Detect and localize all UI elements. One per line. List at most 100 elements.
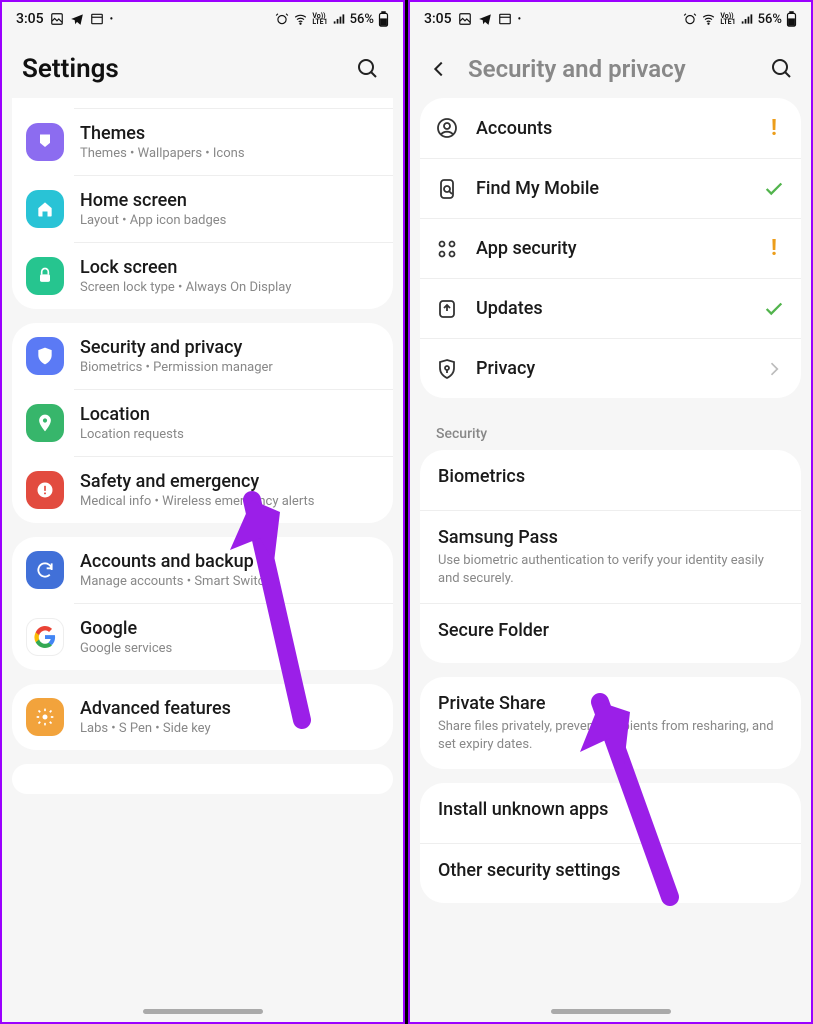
row-title: Accounts: [476, 118, 745, 139]
row-sub: Location requests: [80, 427, 379, 442]
settings-row-security-privacy[interactable]: Security and privacy Biometrics • Permiss…: [12, 323, 393, 389]
settings-row-wallpaper[interactable]: Wallpapers • Colour palette: [12, 98, 393, 108]
nav-pill[interactable]: [143, 1009, 263, 1014]
lock-icon: [26, 257, 64, 295]
row-desc: Use biometric authentication to verify y…: [438, 552, 783, 587]
location-icon: [26, 404, 64, 442]
status-bar: 3:05 • Vo)) LTE1 56%: [2, 2, 403, 36]
settings-card-accounts: Accounts and backup Manage accounts • Sma…: [12, 537, 393, 670]
settings-row-location[interactable]: Location Location requests: [12, 390, 393, 456]
status-time: 3:05: [16, 11, 44, 27]
row-title: Secure Folder: [438, 620, 549, 641]
battery-icon: [378, 11, 389, 27]
signal-icon: [332, 12, 346, 26]
apps-icon: [434, 236, 460, 262]
phone-frame-left: 3:05 • Vo)) LTE1 56% Settings Wallpapers…: [0, 0, 405, 1024]
page-title: Settings: [22, 54, 339, 84]
status-warn-icon: !: [761, 236, 787, 261]
advanced-icon: [26, 698, 64, 736]
status-dot: •: [518, 14, 522, 25]
other-security-card: Install unknown apps Other security sett…: [420, 783, 801, 903]
battery-pct: 56%: [350, 12, 374, 27]
row-title: Location: [80, 404, 379, 425]
settings-card-display: Wallpapers • Colour palette ThemesThemes…: [12, 98, 393, 309]
row-title: Themes: [80, 123, 379, 144]
settings-row-advanced-features[interactable]: Advanced features Labs • S Pen • Side key: [12, 684, 393, 750]
row-sub: Themes • Wallpapers • Icons: [80, 146, 379, 161]
google-icon: [26, 618, 64, 656]
row-sub: Labs • S Pen • Side key: [80, 721, 379, 736]
security-row-accounts[interactable]: Accounts !: [420, 98, 801, 158]
security-row-biometrics[interactable]: Biometrics: [420, 450, 801, 510]
settings-row-accounts-backup[interactable]: Accounts and backup Manage accounts • Sma…: [12, 537, 393, 603]
security-row-samsung-pass[interactable]: Samsung Pass Use biometric authenticatio…: [420, 510, 801, 603]
wifi-icon: [701, 12, 716, 26]
updates-icon: [434, 296, 460, 322]
security-row-private-share[interactable]: Private Share Share files privately, pre…: [420, 677, 801, 769]
row-title: Advanced features: [80, 698, 379, 719]
security-row-find-mobile[interactable]: Find My Mobile: [420, 158, 801, 218]
row-sub: Medical info • Wireless emergency alerts: [80, 494, 379, 509]
security-row-install-unknown[interactable]: Install unknown apps: [420, 783, 801, 843]
settings-row-google[interactable]: GoogleGoogle services: [12, 604, 393, 670]
settings-row-lock-screen[interactable]: Lock screen Screen lock type • Always On …: [12, 243, 393, 309]
settings-card-privacy: Security and privacy Biometrics • Permiss…: [12, 323, 393, 523]
security-row-other-settings[interactable]: Other security settings: [420, 843, 801, 903]
telegram-icon: [478, 12, 492, 26]
news-icon: [498, 12, 512, 26]
frame-divider: [405, 0, 408, 1024]
row-title: Google: [80, 618, 379, 639]
settings-card-extra: [12, 764, 393, 794]
settings-row-themes[interactable]: Themes Themes • Wallpapers • Icons: [12, 109, 393, 175]
row-title: App security: [476, 238, 745, 259]
shield-icon: [26, 337, 64, 375]
signal-icon: [740, 12, 754, 26]
sync-icon: [26, 551, 64, 589]
settings-row-home-screen[interactable]: Home screen Layout • App icon badges: [12, 176, 393, 242]
row-sub: Layout • App icon badges: [80, 213, 379, 228]
status-time: 3:05: [424, 11, 452, 27]
row-desc: Share files privately, prevent recipient…: [438, 718, 783, 753]
row-title: Safety and emergency: [80, 471, 379, 492]
alarm-icon: [275, 12, 289, 26]
lte-icon: Vo)) LTE1: [720, 13, 735, 26]
section-label-security: Security: [410, 412, 811, 450]
page-title: Security and privacy: [468, 55, 753, 83]
row-sub: Biometrics • Permission manager: [80, 360, 379, 375]
themes-icon: [26, 123, 64, 161]
security-row-secure-folder[interactable]: Secure Folder: [420, 603, 801, 663]
wifi-icon: [293, 12, 308, 26]
back-button[interactable]: [424, 54, 454, 84]
security-row-privacy[interactable]: Privacy: [420, 338, 801, 398]
status-warn-icon: !: [761, 116, 787, 141]
status-dot: •: [110, 14, 114, 25]
row-sub: Screen lock type • Always On Display: [80, 280, 379, 295]
security-row-app-security[interactable]: App security !: [420, 218, 801, 278]
search-button[interactable]: [767, 54, 797, 84]
security-options-card: Biometrics Samsung Pass Use biometric au…: [420, 450, 801, 663]
image-icon: [458, 12, 472, 26]
account-circle-icon: [434, 115, 460, 141]
nav-pill[interactable]: [551, 1009, 671, 1014]
row-title: Security and privacy: [80, 337, 379, 358]
row-title: Home screen: [80, 190, 379, 211]
row-title: Install unknown apps: [438, 799, 608, 820]
row-title: Accounts and backup: [80, 551, 379, 572]
search-button[interactable]: [353, 54, 383, 84]
phone-frame-right: 3:05 • Vo)) LTE1 56% Security and privac…: [408, 0, 813, 1024]
row-sub: Manage accounts • Smart Switch: [80, 574, 379, 589]
settings-row-safety-emergency[interactable]: Safety and emergency Medical info • Wirel…: [12, 457, 393, 523]
alarm-icon: [683, 12, 697, 26]
status-ok-icon: [761, 178, 787, 200]
telegram-icon: [70, 12, 84, 26]
security-header: Security and privacy: [410, 36, 811, 98]
find-icon: [434, 176, 460, 202]
row-title: Lock screen: [80, 257, 379, 278]
status-bar: 3:05 • Vo)) LTE1 56%: [410, 2, 811, 36]
news-icon: [90, 12, 104, 26]
row-title: Private Share: [438, 693, 546, 714]
row-title: Updates: [476, 298, 745, 319]
lte-icon: Vo)) LTE1: [312, 13, 327, 26]
security-row-updates[interactable]: Updates: [420, 278, 801, 338]
row-title: Privacy: [476, 358, 745, 379]
